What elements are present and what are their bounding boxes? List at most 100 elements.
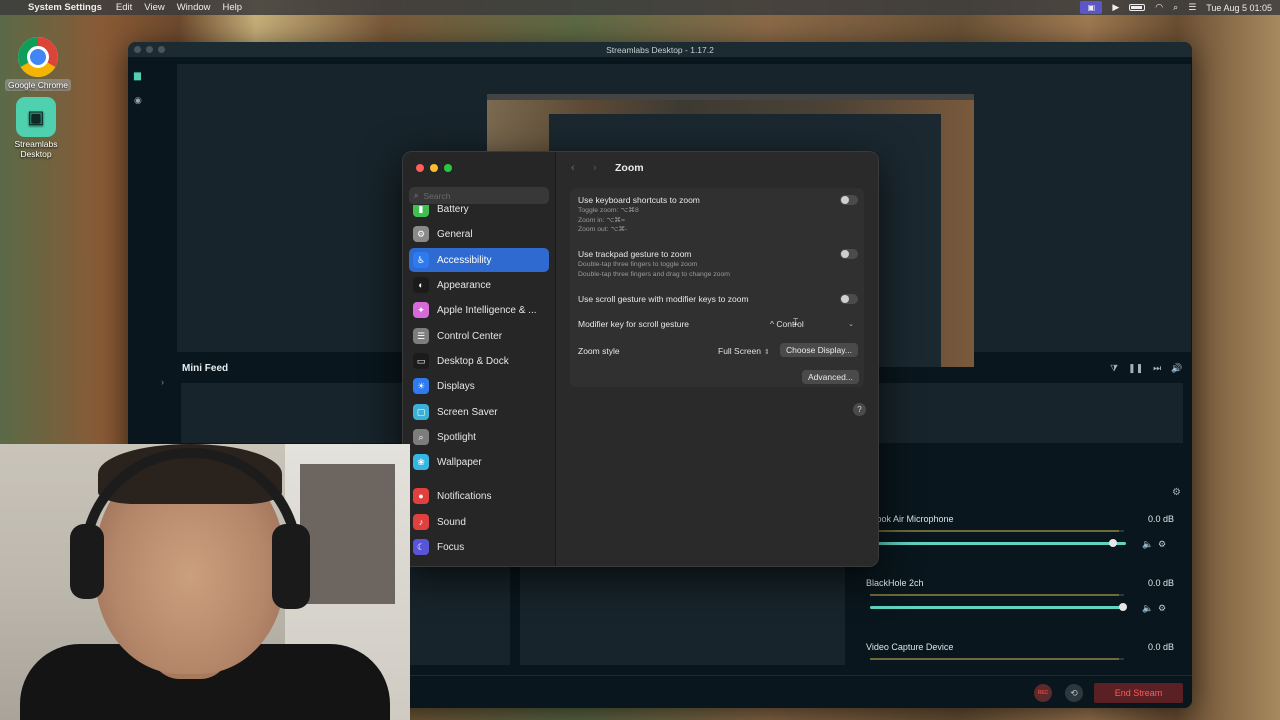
- settings-sidebar-list: ▮ Battery ⚙ General ♿ Accessibility ◐ Appearanc…: [409, 205, 549, 566]
- audio-level-meter: [870, 530, 1124, 532]
- minimize-button[interactable]: [430, 164, 438, 172]
- desktop-icon-label: Streamlabs Desktop: [14, 139, 58, 159]
- desktop-icon-label: Google Chrome: [4, 79, 71, 91]
- close-button[interactable]: [134, 46, 141, 53]
- desktop-icon-streamlabs[interactable]: ▣ Streamlabs Desktop: [1, 97, 71, 159]
- editor-icon[interactable]: ▆: [134, 70, 144, 80]
- scroll-gesture-toggle[interactable]: [840, 294, 858, 304]
- sidebar-item-appearance[interactable]: ◐ Appearance: [409, 273, 549, 297]
- sidebar-item-battery[interactable]: ▮ Battery: [409, 205, 549, 221]
- sidebar-item-accessibility[interactable]: ♿ Accessibility: [409, 248, 549, 272]
- help-button[interactable]: ?: [853, 403, 866, 416]
- sidebar-item-screen-saver[interactable]: ▢ Screen Saver: [409, 400, 549, 424]
- spotlight-search-icon[interactable]: ⌕: [1173, 2, 1178, 13]
- sidebar-item-label: Focus: [437, 541, 465, 553]
- zoom-button[interactable]: [158, 46, 165, 53]
- gesture-hint: Double-tap three fingers and drag to cha…: [578, 270, 730, 278]
- sidebar-item-wallpaper[interactable]: ❀ Wallpaper: [409, 450, 549, 474]
- mixer-source-db: 0.0 dB: [1147, 578, 1174, 588]
- back-chevron-icon[interactable]: ‹: [571, 162, 583, 174]
- gear-icon: ⚙: [413, 226, 429, 242]
- page-title: Zoom: [615, 162, 644, 174]
- menu-app-name[interactable]: System Settings: [28, 2, 102, 13]
- sidebar-item-sound[interactable]: ♪ Sound: [409, 510, 549, 534]
- expand-chevron-icon[interactable]: ›: [161, 377, 164, 387]
- focus-icon: ☾: [413, 539, 429, 555]
- source-settings-gear-icon[interactable]: ⚙: [1158, 603, 1166, 614]
- volume-slider[interactable]: [870, 606, 1126, 609]
- sidebar-item-label: Appearance: [437, 279, 491, 291]
- menu-help[interactable]: Help: [223, 2, 243, 13]
- sidebar-item-control-center[interactable]: ☰ Control Center: [409, 324, 549, 348]
- desktop-icon-chrome[interactable]: Google Chrome: [3, 37, 73, 91]
- sidebar-item-label: Apple Intelligence & ...: [437, 304, 537, 316]
- audio-level-meter: [870, 594, 1124, 596]
- menu-window[interactable]: Window: [177, 2, 211, 13]
- menu-edit[interactable]: Edit: [116, 2, 132, 13]
- mini-feed-panel: [181, 383, 411, 443]
- zoom-style-popup[interactable]: Full Screen ⇕: [718, 346, 770, 356]
- mute-speaker-icon[interactable]: 🔈: [1142, 539, 1153, 550]
- sidebar-item-general[interactable]: ⚙ General: [409, 222, 549, 246]
- mixer-settings-gear-icon[interactable]: ⚙: [1172, 487, 1181, 498]
- sidebar-item-label: Sound: [437, 516, 466, 528]
- settings-header: ‹ › Zoom: [556, 152, 878, 184]
- trackpad-gesture-label: Use trackpad gesture to zoom: [578, 249, 692, 259]
- sidebar-item-spotlight[interactable]: ⌕ Spotlight: [409, 425, 549, 449]
- menubar-clock[interactable]: Tue Aug 5 01:05: [1206, 3, 1272, 13]
- headphone-right-cup: [272, 524, 310, 609]
- search-icon: ⌕: [414, 190, 419, 200]
- minimize-button[interactable]: [146, 46, 153, 53]
- skip-icon[interactable]: ⏭: [1153, 363, 1161, 374]
- sidebar-item-displays[interactable]: ☀ Displays: [409, 374, 549, 398]
- shortcut-hint: Zoom out: ⌥⌘-: [578, 226, 628, 233]
- background-frame: [300, 464, 395, 604]
- mixer-source-name: cBook Air Microphone: [866, 514, 954, 524]
- record-button[interactable]: REC: [1034, 684, 1052, 702]
- volume-icon[interactable]: 🔊: [1171, 363, 1182, 374]
- pause-icon[interactable]: ❚❚: [1128, 363, 1143, 374]
- play-status-icon[interactable]: ▶: [1112, 2, 1119, 13]
- trackpad-gesture-toggle[interactable]: [840, 249, 858, 259]
- sidebar-item-notifications[interactable]: ● Notifications: [409, 484, 549, 508]
- advanced-button[interactable]: Advanced...: [802, 370, 859, 384]
- modifier-key-popup[interactable]: ^ Control ⌄: [762, 316, 858, 331]
- headphone-left-cup: [70, 524, 104, 599]
- replay-buffer-button[interactable]: ⟲: [1065, 684, 1083, 702]
- search-input[interactable]: [423, 190, 534, 201]
- sidebar-item-focus[interactable]: ☾ Focus: [409, 535, 549, 559]
- sidebar-item-apple-intelligence[interactable]: ✦ Apple Intelligence & ...: [409, 298, 549, 322]
- battery-icon[interactable]: [1129, 4, 1146, 11]
- menu-view[interactable]: View: [144, 2, 164, 13]
- zoom-style-value: Full Screen: [718, 346, 761, 356]
- volume-slider[interactable]: [870, 542, 1126, 545]
- control-center-icon[interactable]: ☰: [1188, 2, 1196, 13]
- audio-level-meter: [870, 658, 1124, 660]
- mixer-source-db: 0.0 dB: [1147, 514, 1174, 524]
- end-stream-button[interactable]: End Stream: [1094, 683, 1183, 703]
- forward-chevron-icon[interactable]: ›: [593, 162, 605, 174]
- zoom-button[interactable]: [444, 164, 452, 172]
- sidebar-item-label: Control Center: [437, 330, 503, 342]
- filter-icon[interactable]: ⧩: [1110, 363, 1118, 374]
- settings-search[interactable]: ⌕: [409, 187, 549, 204]
- settings-content: ‹ › Zoom Use keyboard shortcuts to zoom …: [556, 152, 878, 566]
- chrome-icon: [18, 37, 58, 77]
- mouse-cursor-icon: ⌶: [793, 317, 799, 327]
- chevron-down-icon: ⌄: [848, 320, 854, 328]
- choose-display-button[interactable]: Choose Display...: [780, 343, 858, 357]
- appearance-icon: ◐: [413, 277, 429, 293]
- screen-record-status-icon[interactable]: ▣: [1080, 1, 1103, 14]
- notifications-icon: ●: [413, 488, 429, 504]
- mute-speaker-icon[interactable]: 🔈: [1142, 603, 1153, 614]
- source-settings-gear-icon[interactable]: ⚙: [1158, 539, 1166, 550]
- sidebar-item-desktop-dock[interactable]: ▭ Desktop & Dock: [409, 349, 549, 373]
- close-button[interactable]: [416, 164, 424, 172]
- keyboard-shortcuts-toggle[interactable]: [840, 195, 858, 205]
- sidebar-item-label: General: [437, 228, 473, 240]
- zoom-settings-group: Use keyboard shortcuts to zoom Toggle zo…: [570, 188, 864, 387]
- stepper-icon: ⇕: [764, 349, 770, 356]
- record-icon[interactable]: ◉: [134, 95, 144, 105]
- wifi-icon[interactable]: ◠: [1155, 2, 1163, 13]
- mini-feed-title: Mini Feed: [182, 363, 229, 374]
